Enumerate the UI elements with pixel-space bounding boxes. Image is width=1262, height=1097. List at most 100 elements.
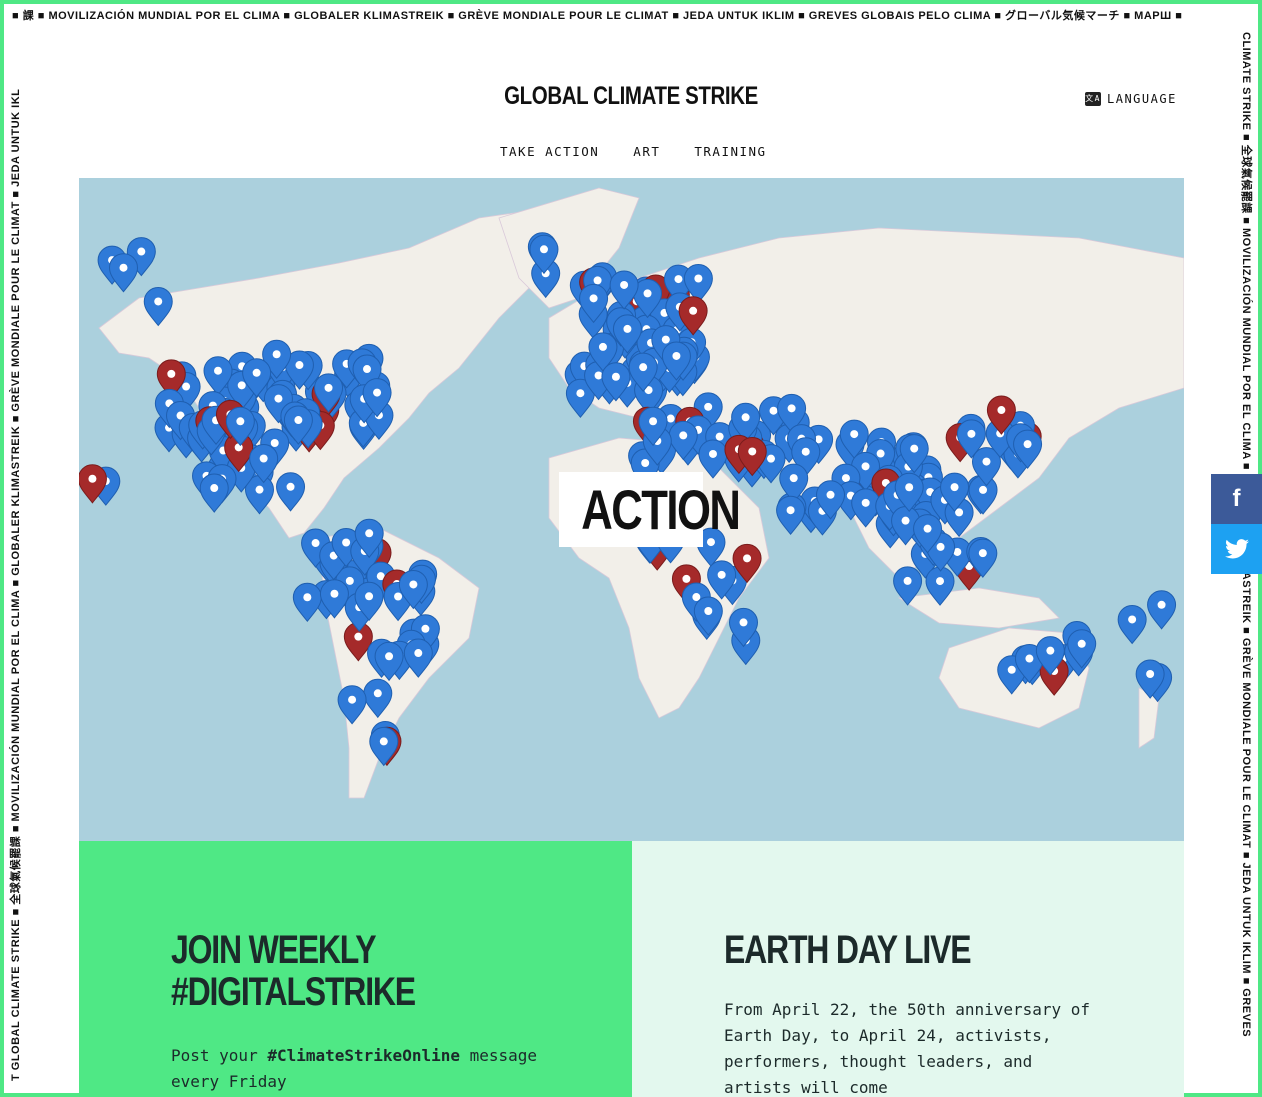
language-label: LANGUAGE [1107,92,1177,106]
map-pin-dot [850,430,859,439]
map-pin-dot [286,482,295,491]
map-pin-dot [623,324,632,333]
map-pin-dot [272,350,281,359]
map-pin-dot [1007,665,1016,674]
map-pin-dot [409,580,418,589]
ticker-top-text: ■ 課 ■ MOVILIZACIÓN MUNDIAL POR EL CLIMA … [12,10,1183,22]
map-pin-dot [967,429,976,438]
map-pin-dot [741,413,750,422]
map-pin-icon[interactable] [1147,590,1177,630]
translate-icon: 文A [1085,92,1101,106]
map-pin-dot [704,402,713,411]
ticker-left: T GLOBAL CLIMATE STRIKE ■ 全球氣候罷課 ■ MOVIL… [4,28,28,1093]
map-pin-dot [826,490,835,499]
map-pin-dot [841,474,850,483]
map-pin-dot [88,474,97,483]
map-pin-dot [715,432,724,441]
map-pin-dot [236,417,245,426]
map-pin-dot [997,406,1006,415]
map-pin-dot [394,592,403,601]
map-pin-dot [593,276,602,285]
map-pin-dot [717,570,726,579]
map-pin-dot [674,275,683,284]
map-pin-dot [643,289,652,298]
map-pin-dot [861,498,870,507]
map-pin-dot [739,618,748,627]
map-pin-icon[interactable] [776,495,806,536]
map-pin-dot [365,529,374,538]
map-pin-dot [936,577,945,586]
map-pin-icon[interactable] [199,473,229,513]
map-pin-dot [154,297,163,306]
map-pin-dot [294,416,303,425]
map-pin-dot [354,632,363,641]
map-pin-dot [252,368,261,377]
map-pin-dot [801,447,810,456]
earth-day-live-card: EARTH DAY LIVE From April 22, the 50th a… [632,841,1184,1097]
map-pin-dot [214,366,223,375]
language-selector[interactable]: 文A LANGUAGE [1085,92,1177,106]
map-pin-icon[interactable] [108,253,138,293]
map-pin-dot [414,649,423,658]
map-pin-dot [594,371,603,380]
map-pin-dot [1146,670,1155,679]
map-pin-dot [342,538,351,547]
map-pin-dot [237,381,246,390]
map-pin-dot [978,549,987,558]
map-pin-dot [982,457,991,466]
map-pin-dot [1077,639,1086,648]
site-title[interactable]: GLOBAL CLIMATE STRIKE [483,82,780,111]
map-pin-dot [210,484,219,493]
map-pin-dot [903,576,912,585]
map-pin-dot [979,485,988,494]
world-map[interactable]: ACTION [79,178,1184,841]
map-pin-dot [167,369,176,378]
map-pin-dot [365,592,374,601]
map-pin-dot [1025,654,1034,663]
map-pin-dot [255,485,264,494]
map-pin-dot [950,483,959,492]
map-pin-dot [379,737,388,746]
map-pin-dot [345,576,354,585]
map-pin-dot [373,689,382,698]
nav-take-action[interactable]: TAKE ACTION [500,144,599,159]
map-pin-dot [767,454,776,463]
map-pin-dot [539,245,548,254]
map-pin-dot [704,606,713,615]
nav-art[interactable]: ART [633,144,660,159]
map-pin-dot [936,542,945,551]
map-pin-icon[interactable] [292,582,322,623]
map-pin-icon[interactable] [1117,605,1147,645]
twitter-share-button[interactable] [1211,524,1262,574]
map-pin-dot [1128,615,1137,624]
ticker-top: ■ 課 ■ MOVILIZACIÓN MUNDIAL POR EL CLIMA … [4,4,1258,28]
twitter-icon [1224,539,1249,559]
map-pin-dot [787,404,796,413]
map-pin-dot [259,454,268,463]
map-pin-dot [923,524,932,533]
social-share: f [1211,474,1262,574]
map-pin-dot [385,652,394,661]
map-pin-dot [576,389,585,398]
earth-day-live-body: From April 22, the 50th anniversary of E… [724,1000,1091,1097]
map-pin-dot [295,361,304,370]
map-pin-dot [708,449,717,458]
map-pin-dot [311,539,320,548]
map-pin-dot [182,382,191,391]
earth-day-live-title[interactable]: EARTH DAY LIVE [724,929,972,971]
digital-strike-title[interactable]: JOIN WEEKLY #DIGITALSTRIKE [171,929,416,1013]
map-pin-dot [1046,646,1055,655]
map-pin-dot [330,589,339,598]
map-pin-dot [373,388,382,397]
facebook-share-button[interactable]: f [1211,474,1262,524]
map-pin-dot [137,247,146,256]
map-pin-dot [672,351,681,360]
map-pin-dot [694,274,703,283]
map-pin-dot [910,444,919,453]
digital-strike-card: JOIN WEEKLY #DIGITALSTRIKE Post your #Cli… [79,841,632,1097]
map-pin-dot [270,438,279,447]
map-pin-dot [303,593,312,602]
map-pin-dot [639,363,648,372]
nav-training[interactable]: TRAINING [694,144,766,159]
map-pin-dot [611,372,620,381]
